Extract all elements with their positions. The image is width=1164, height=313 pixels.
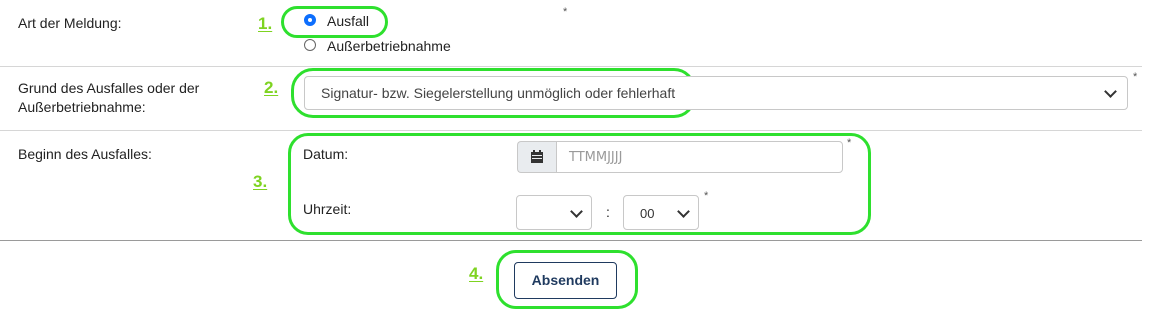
step-4-marker: 4.	[469, 264, 484, 283]
step-3-marker: 3.	[253, 172, 268, 191]
grund-select-value: Signatur- bzw. Siegelerstellung unmöglic…	[321, 85, 676, 101]
radio-ausserbetriebnahme[interactable]	[304, 39, 316, 51]
step-1-marker: 1.	[258, 14, 273, 33]
required-marker: *	[1133, 71, 1138, 83]
radio-ausserbetriebnahme-label[interactable]: Außerbetriebnahme	[327, 37, 451, 56]
radio-ausfall[interactable]	[304, 14, 316, 26]
chevron-down-icon	[570, 205, 583, 218]
hour-select[interactable]	[516, 195, 592, 230]
datum-placeholder: TTMMJJJJ	[569, 150, 623, 165]
absenden-button[interactable]: Absenden	[514, 262, 617, 299]
minute-select-value: 00	[640, 206, 655, 221]
row-divider	[0, 66, 1142, 67]
row-divider	[0, 130, 1142, 131]
grund-select[interactable]: Signatur- bzw. Siegelerstellung unmöglic…	[304, 76, 1128, 110]
required-marker: *	[847, 137, 852, 149]
step-2-marker: 2.	[264, 78, 279, 97]
calendar-icon	[531, 150, 543, 163]
datum-label: Datum:	[303, 146, 349, 162]
row-divider	[0, 240, 1142, 241]
art-der-meldung-label: Art der Meldung:	[18, 15, 122, 31]
time-separator: :	[606, 204, 610, 220]
chevron-down-icon	[677, 205, 690, 218]
radio-ausfall-label[interactable]: Ausfall	[327, 12, 369, 31]
calendar-button[interactable]	[517, 141, 556, 173]
grund-label-line1: Grund des Ausfalles oder der	[18, 80, 200, 96]
required-marker: *	[563, 6, 568, 18]
beginn-label: Beginn des Ausfalles:	[18, 146, 152, 162]
datum-input[interactable]: TTMMJJJJ	[556, 141, 843, 173]
uhrzeit-label: Uhrzeit:	[303, 201, 352, 217]
required-marker: *	[704, 190, 709, 202]
grund-label-line2: Außerbetriebnahme:	[18, 99, 146, 115]
chevron-down-icon	[1104, 85, 1117, 98]
minute-select[interactable]: 00	[623, 195, 699, 230]
